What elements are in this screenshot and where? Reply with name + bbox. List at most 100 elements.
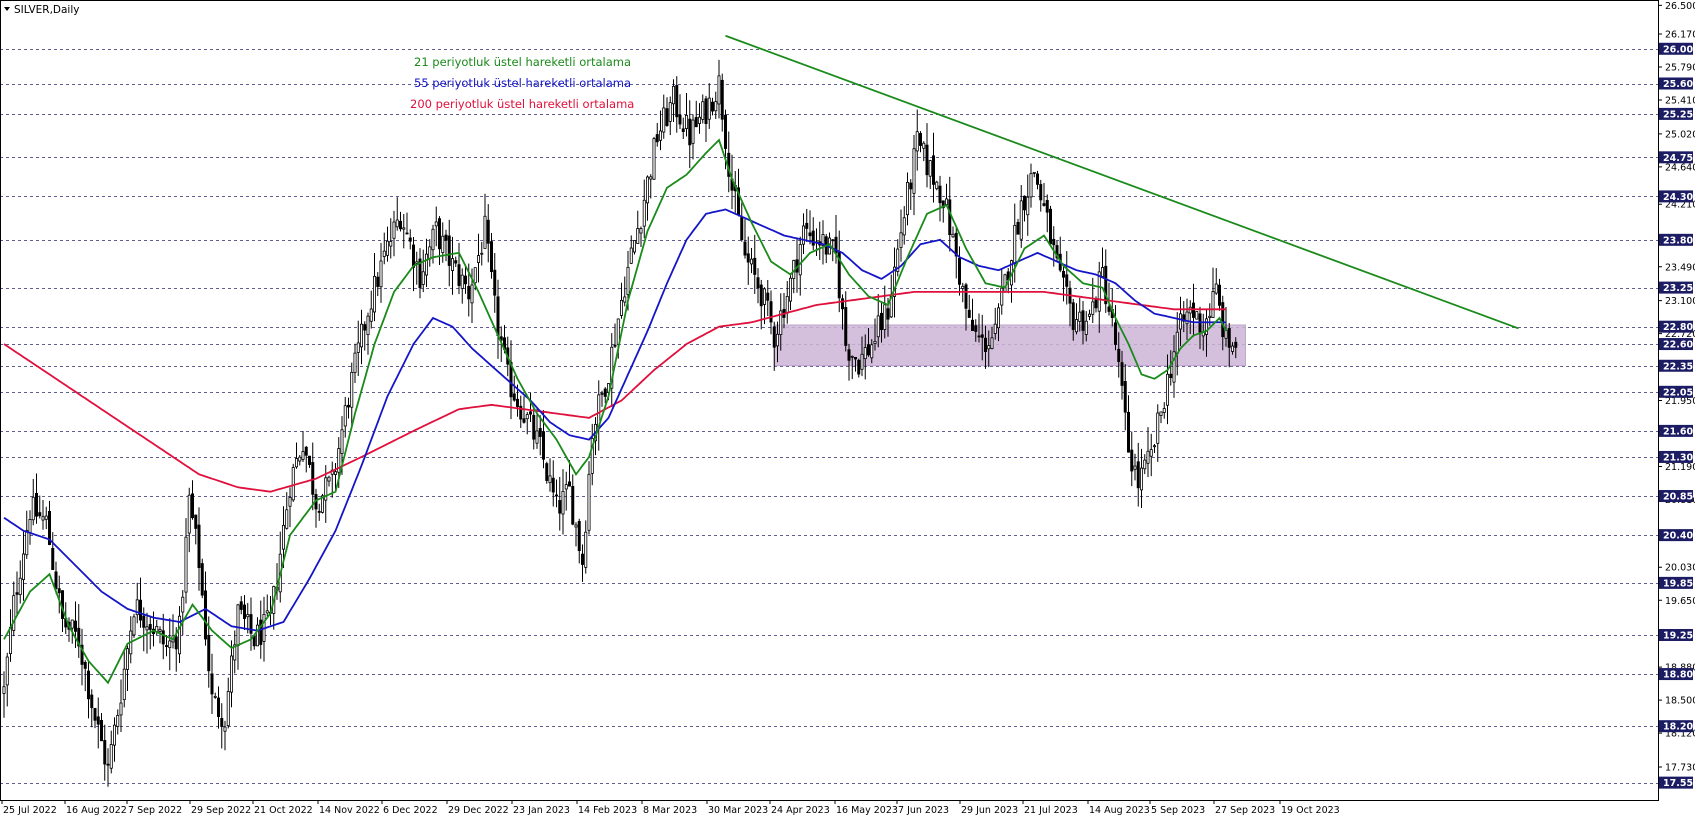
candle-body bbox=[317, 510, 321, 513]
candle-body bbox=[389, 241, 393, 247]
candle-body bbox=[724, 114, 728, 149]
candle-body bbox=[385, 240, 389, 256]
candle-body bbox=[1221, 302, 1225, 338]
x-tick-label: 19 Oct 2023 bbox=[1281, 805, 1340, 816]
candle-body bbox=[717, 75, 721, 105]
candle-body bbox=[83, 661, 87, 669]
candle-body bbox=[678, 114, 682, 125]
candle-body bbox=[1127, 411, 1131, 453]
candle-body bbox=[359, 323, 363, 348]
x-tick-label: 29 Sep 2022 bbox=[191, 805, 251, 816]
y-tick-label: 23.490 bbox=[1665, 262, 1695, 273]
candle-body bbox=[1136, 461, 1140, 489]
candle-body bbox=[1032, 171, 1036, 174]
candle-body bbox=[311, 462, 315, 495]
candle-body bbox=[408, 237, 412, 242]
candle-body bbox=[467, 285, 471, 300]
candle-body bbox=[691, 119, 695, 144]
candle-body bbox=[568, 481, 572, 487]
candle-body bbox=[220, 717, 224, 727]
candle-body bbox=[473, 267, 477, 284]
candle-body bbox=[1052, 238, 1056, 246]
candle-body bbox=[428, 246, 432, 260]
candle-body bbox=[1130, 449, 1134, 472]
candle-body bbox=[561, 490, 565, 515]
candle-body bbox=[304, 446, 308, 456]
candle-body bbox=[600, 392, 604, 395]
candle-body bbox=[1078, 311, 1082, 322]
candle-body bbox=[633, 240, 637, 253]
candle-body bbox=[18, 577, 22, 596]
candle-body bbox=[164, 645, 168, 647]
x-tick-label: 7 Sep 2022 bbox=[128, 805, 182, 816]
y-tick-label: 17.730 bbox=[1665, 762, 1695, 773]
candle-body bbox=[802, 225, 806, 245]
candle-body bbox=[2, 686, 6, 694]
candle-body bbox=[1000, 287, 1004, 306]
candle-body bbox=[535, 430, 539, 444]
candle-body bbox=[1013, 225, 1017, 264]
y-level-label: 23.800 bbox=[1663, 235, 1695, 246]
candle-body bbox=[35, 492, 39, 517]
candle-body bbox=[922, 142, 926, 149]
candle-body bbox=[681, 128, 685, 133]
candle-body bbox=[369, 308, 373, 322]
y-level-label: 25.250 bbox=[1663, 109, 1695, 120]
candle-body bbox=[928, 160, 932, 177]
candle-body bbox=[841, 298, 845, 310]
candle-body bbox=[333, 471, 337, 475]
candle-body bbox=[707, 97, 711, 120]
y-level-label: 24.300 bbox=[1663, 192, 1695, 203]
candle-body bbox=[694, 117, 698, 128]
candle-body bbox=[346, 404, 350, 408]
candle-body bbox=[90, 694, 94, 709]
y-tick-label: 24.640 bbox=[1665, 162, 1695, 173]
x-tick-label: 5 Sep 2023 bbox=[1151, 805, 1205, 816]
candle-body bbox=[919, 133, 923, 146]
candle-body bbox=[860, 353, 864, 370]
candle-body bbox=[1133, 465, 1137, 470]
candle-body bbox=[899, 232, 903, 248]
x-tick-label: 21 Oct 2022 bbox=[254, 805, 313, 816]
candle-body bbox=[993, 323, 997, 334]
candle-body bbox=[1214, 283, 1218, 294]
candle-body bbox=[229, 655, 233, 693]
candle-body bbox=[1026, 196, 1030, 216]
candle-body bbox=[1003, 274, 1007, 292]
candle-body bbox=[376, 276, 380, 287]
legend-entry: 55 periyotluk üstel hareketli ortalama bbox=[414, 76, 631, 90]
y-level-label: 25.600 bbox=[1663, 79, 1695, 90]
candle-body bbox=[181, 596, 185, 613]
candle-body bbox=[906, 182, 910, 216]
x-tick-label: 23 Jan 2023 bbox=[513, 805, 570, 816]
candle-body bbox=[1114, 322, 1118, 345]
candle-body bbox=[356, 342, 360, 353]
x-tick-label: 16 May 2023 bbox=[836, 805, 898, 816]
candle-body bbox=[776, 333, 780, 347]
candle-body bbox=[441, 235, 445, 254]
candle-body bbox=[1042, 203, 1046, 206]
candle-body bbox=[769, 301, 773, 323]
candle-body bbox=[883, 304, 887, 330]
candle-body bbox=[307, 455, 311, 465]
x-tick-label: 29 Jun 2023 bbox=[961, 805, 1018, 816]
candle-body bbox=[925, 144, 929, 176]
x-tick-label: 29 Dec 2022 bbox=[448, 805, 509, 816]
candle-body bbox=[948, 199, 952, 235]
candle-body bbox=[239, 601, 243, 610]
candle-body bbox=[548, 475, 552, 484]
candle-body bbox=[1153, 445, 1157, 448]
candle-body bbox=[964, 284, 968, 309]
candle-body bbox=[1065, 274, 1069, 287]
candle-body bbox=[450, 258, 454, 271]
candle-body bbox=[223, 726, 227, 732]
candle-body bbox=[25, 530, 29, 556]
candle-body bbox=[551, 477, 555, 493]
candle-body bbox=[1107, 306, 1111, 312]
candle-body bbox=[756, 277, 760, 289]
candle-body bbox=[1143, 459, 1147, 470]
candle-body bbox=[100, 720, 104, 742]
candle-body bbox=[460, 274, 464, 289]
candle-body bbox=[395, 219, 399, 228]
candle-body bbox=[1062, 270, 1066, 278]
